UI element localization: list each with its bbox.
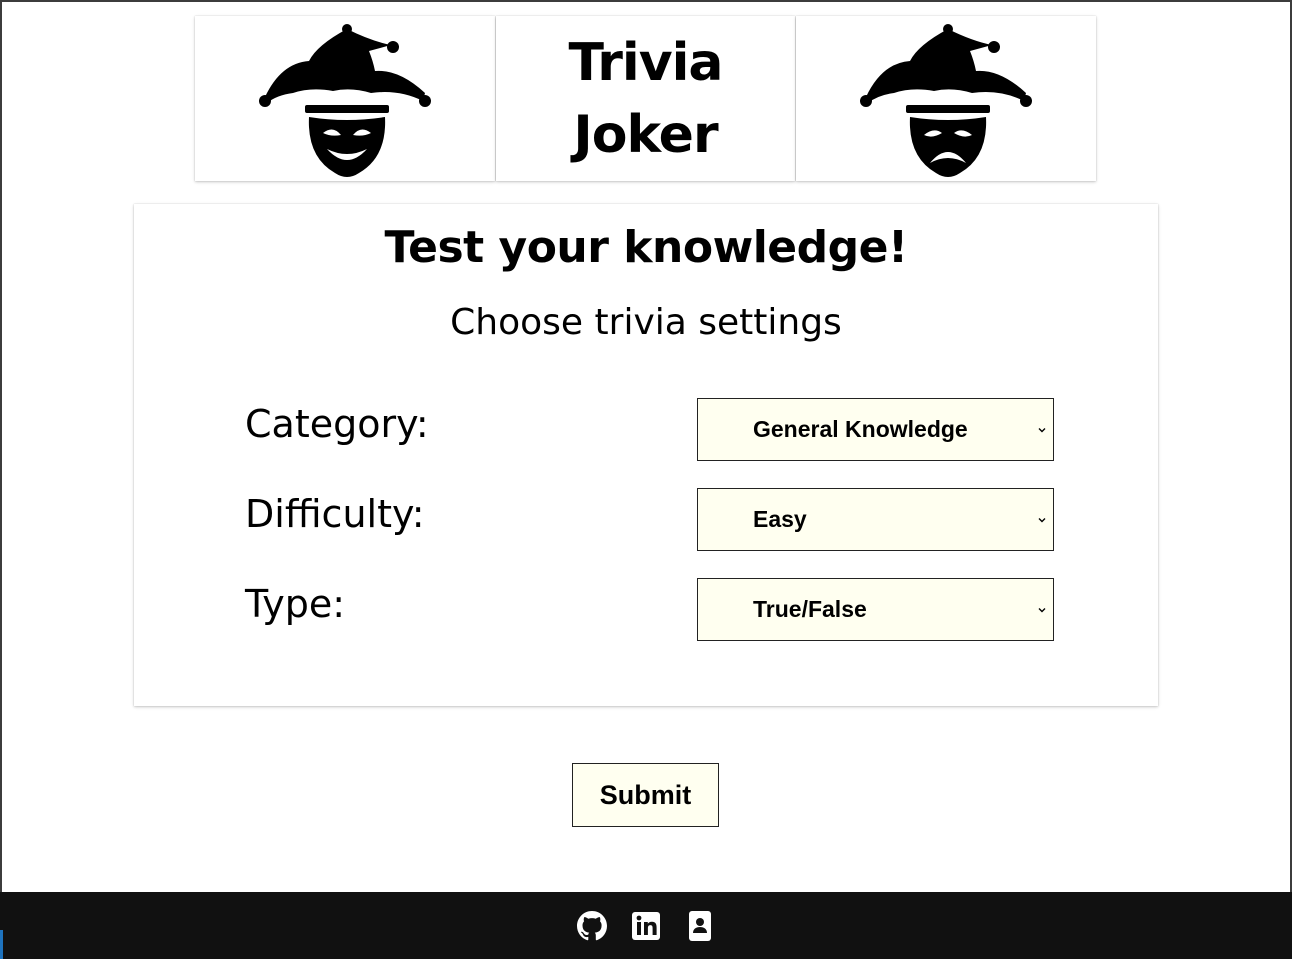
github-icon bbox=[577, 910, 607, 940]
header-left-cell bbox=[195, 16, 495, 181]
card-subheading: Choose trivia settings bbox=[450, 302, 842, 343]
contact-card-icon bbox=[689, 910, 711, 941]
header-title-cell: Trivia Joker bbox=[495, 16, 796, 181]
type-select-value: True/False bbox=[753, 596, 867, 622]
category-select[interactable]: General Knowledge bbox=[697, 398, 1054, 461]
header-banner: Trivia Joker bbox=[195, 16, 1097, 181]
chevron-down-icon bbox=[1038, 607, 1046, 612]
linkedin-link[interactable] bbox=[630, 910, 662, 942]
type-select[interactable]: True/False bbox=[697, 578, 1054, 641]
jester-sad-icon bbox=[860, 23, 1033, 177]
header-right-cell bbox=[796, 16, 1097, 181]
jester-happy-icon bbox=[258, 23, 431, 177]
app-title-line2: Joker bbox=[573, 104, 718, 165]
chevron-down-icon bbox=[1038, 517, 1046, 522]
footer bbox=[0, 892, 1292, 959]
app-title-line1: Trivia bbox=[568, 32, 723, 93]
difficulty-label: Difficulty: bbox=[245, 492, 425, 536]
type-label: Type: bbox=[245, 582, 346, 626]
app-title: Trivia Joker bbox=[568, 27, 723, 171]
category-select-value: General Knowledge bbox=[753, 416, 968, 442]
linkedin-icon bbox=[632, 911, 660, 940]
difficulty-select-value: Easy bbox=[753, 506, 807, 532]
window-edge-accent bbox=[0, 930, 3, 959]
settings-card: Test your knowledge! Choose trivia setti… bbox=[134, 204, 1158, 706]
submit-button[interactable]: Submit bbox=[572, 763, 719, 827]
category-label: Category: bbox=[245, 402, 429, 446]
difficulty-select[interactable]: Easy bbox=[697, 488, 1054, 551]
github-link[interactable] bbox=[576, 910, 608, 942]
chevron-down-icon bbox=[1038, 427, 1046, 432]
card-heading: Test your knowledge! bbox=[384, 222, 908, 273]
contact-link[interactable] bbox=[684, 910, 716, 942]
